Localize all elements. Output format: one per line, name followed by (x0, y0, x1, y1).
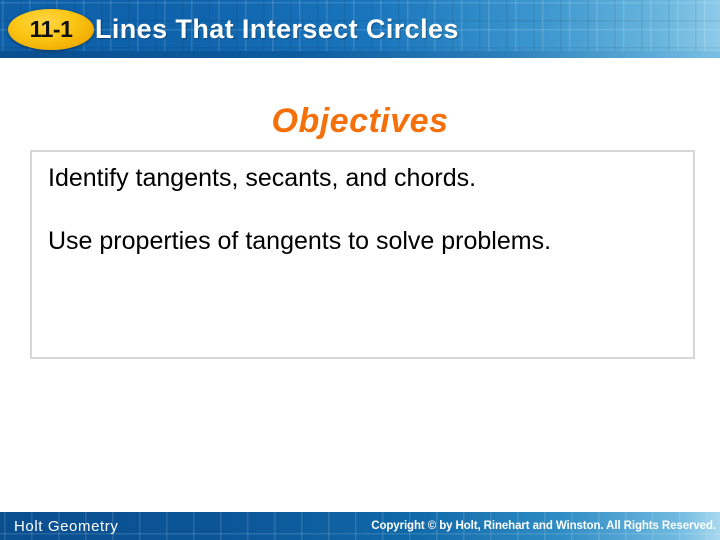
objectives-heading: Objectives (271, 102, 449, 140)
lesson-number-label: 11-1 (29, 16, 73, 42)
slide-footer-banner: Holt Geometry Copyright © by Holt, Rineh… (0, 512, 720, 540)
list-item: Identify tangents, secants, and chords. (48, 164, 477, 192)
objectives-list: Identify tangents, secants, and chords. … (32, 162, 693, 258)
header-bottom-edge (0, 51, 720, 58)
footer-book-title: Holt Geometry (14, 517, 119, 535)
list-item: Use properties of tangents to solve prob… (48, 227, 552, 255)
lesson-number-badge: 11-1 (8, 9, 94, 50)
page-title: Lines That Intersect Circles (95, 13, 459, 44)
presentation-slide: 11-1 Lines That Intersect Circles Object… (0, 0, 720, 540)
objectives-content-box: Identify tangents, secants, and chords. … (30, 150, 695, 359)
footer-copyright-notice: Copyright © by Holt, Rinehart and Winsto… (371, 520, 716, 532)
